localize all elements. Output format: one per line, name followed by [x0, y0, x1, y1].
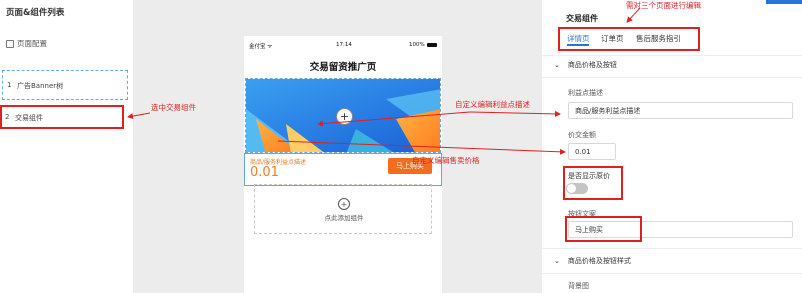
arrow-select-component	[127, 112, 151, 120]
annotation-layer	[127, 7, 641, 155]
annotation-select-component: 选中交易组件	[151, 103, 196, 112]
annotation-three-pages: 需对三个页面进行编辑	[626, 1, 701, 10]
arrow-benefit-left	[317, 111, 471, 127]
annotation-edit-price: 自定义编辑售卖价格	[412, 156, 480, 165]
arrow-benefit-right	[469, 110, 561, 117]
annotation-edit-benefit: 自定义编辑利益点描述	[455, 100, 530, 109]
arrow-price	[277, 140, 566, 155]
